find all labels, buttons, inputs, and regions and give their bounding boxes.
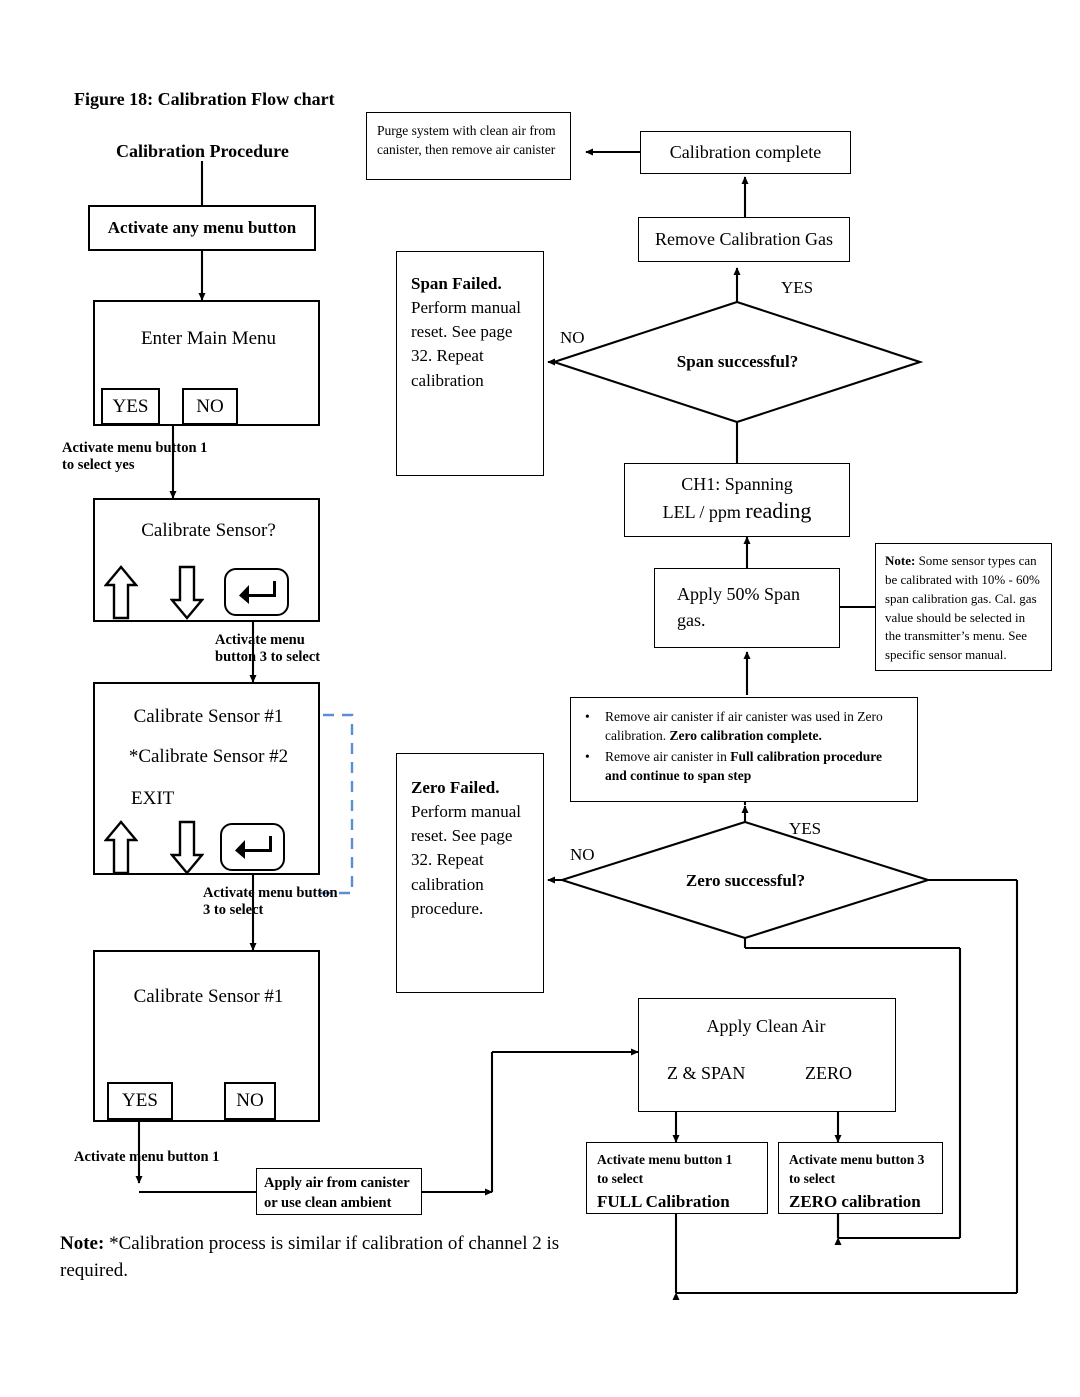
calibrate-sensor-1-no-button[interactable]: NO xyxy=(224,1082,276,1120)
up-arrow-icon[interactable] xyxy=(104,565,138,620)
footer-note-label: Note: xyxy=(60,1233,105,1254)
note-body: Some sensor types can be calibrated with… xyxy=(885,553,1040,663)
lel-ppm-text: LEL / ppm xyxy=(662,502,746,522)
enter-main-menu-yes-button[interactable]: YES xyxy=(101,388,160,425)
no-label: NO xyxy=(236,1090,264,1111)
span-yes-label: YES xyxy=(781,278,814,297)
line-1: Activate menu button 1 xyxy=(62,440,208,456)
enter-key-icon xyxy=(238,581,276,604)
line-2: to select yes xyxy=(62,457,135,474)
zero-complete-bullets-box: • Remove air canister if air canister wa… xyxy=(570,697,918,802)
ch1-spanning-line-2: LEL / ppm reading xyxy=(625,498,849,524)
yes-label: YES xyxy=(112,395,149,417)
ch1-spanning-line-1: CH1: Spanning xyxy=(681,474,793,494)
apply-clean-air-screen: Apply Clean Air Z & SPAN ZERO xyxy=(638,998,896,1112)
line-1: Activate menu button 3 xyxy=(789,1152,925,1167)
line-2: or use clean ambient xyxy=(264,1194,392,1211)
zero-successful-label: Zero successful? xyxy=(685,871,806,890)
purge-system-text: Purge system with clean air from caniste… xyxy=(377,123,556,158)
activate-btn3-select-label: Activate menu button 3 to select xyxy=(203,885,423,919)
activate-any-menu-button-box[interactable]: Activate any menu button xyxy=(88,205,316,251)
line-1: Apply air from canister xyxy=(264,1175,410,1191)
line-3: ZERO calibration xyxy=(789,1192,921,1212)
enter-key-button[interactable] xyxy=(220,823,285,871)
full-calibration-box: Activate menu button 1 to select FULL Ca… xyxy=(586,1142,768,1214)
apply-span-gas-box: Apply 50% Span gas. xyxy=(654,568,840,648)
span-failed-title: Span Failed. xyxy=(411,274,502,293)
activate-any-menu-button-label: Activate any menu button xyxy=(107,218,297,237)
flowchart-page: Figure 18: Calibration Flow chart Calibr… xyxy=(0,0,1080,1397)
remove-calibration-gas-box: Remove Calibration Gas xyxy=(638,217,850,262)
apply-clean-air-title: Apply Clean Air xyxy=(706,1016,826,1036)
purge-system-box: Purge system with clean air from caniste… xyxy=(366,112,571,180)
reading-text: reading xyxy=(745,498,812,523)
remove-calibration-gas-label: Remove Calibration Gas xyxy=(655,229,833,249)
line-1: Apply 50% Span xyxy=(677,584,800,604)
enter-key-icon xyxy=(234,836,272,859)
span-failed-body: Perform manual reset. See page 32. Repea… xyxy=(411,298,521,390)
line-2: 3 to select xyxy=(203,902,264,919)
procedure-title: Calibration Procedure xyxy=(116,141,289,161)
footer-note-body: *Calibration process is similar if calib… xyxy=(60,1233,560,1281)
sensor-note-box: Note: Some sensor types can be calibrate… xyxy=(875,543,1052,671)
zero-failed-title: Zero Failed. xyxy=(411,778,500,797)
activate-btn3-label: Activate menu button 3 to select xyxy=(215,632,415,666)
span-failed-box: Span Failed. Perform manual reset. See p… xyxy=(396,251,544,476)
yes-label: YES xyxy=(122,1090,158,1111)
line-1: Activate menu button 1 xyxy=(597,1152,733,1167)
zero-failed-box: Zero Failed. Perform manual reset. See p… xyxy=(396,753,544,993)
zero-yes-label: YES xyxy=(789,819,822,838)
zero-no-label: NO xyxy=(570,845,595,864)
no-label: NO xyxy=(196,395,224,417)
sensor-menu-item-1[interactable]: Calibrate Sensor #1 xyxy=(95,706,322,728)
bullet-icon: • xyxy=(585,749,590,765)
apply-air-from-canister-box: Apply air from canister or use clean amb… xyxy=(256,1168,422,1215)
line-1: Activate menu xyxy=(215,632,305,648)
figure-caption: Figure 18: Calibration Flow chart xyxy=(74,89,335,109)
line-1: Activate menu button xyxy=(203,885,338,901)
zero-calibration-box: Activate menu button 3 to select ZERO ca… xyxy=(778,1142,943,1214)
bullet-1-bold: Zero calibration complete. xyxy=(669,728,822,744)
enter-main-menu-title: Enter Main Menu xyxy=(140,328,277,349)
calibrate-sensor-question-title: Calibrate Sensor? xyxy=(141,520,276,541)
calibration-complete-box: Calibration complete xyxy=(640,131,851,174)
enter-key-button[interactable] xyxy=(224,568,289,616)
down-arrow-icon[interactable] xyxy=(170,820,204,875)
line-2: to select xyxy=(597,1170,644,1186)
calibrate-sensor-1-yes-button[interactable]: YES xyxy=(107,1082,173,1120)
zero-failed-body: Perform manual reset. See page 32. Repea… xyxy=(411,802,521,918)
line-2: gas. xyxy=(677,610,706,631)
line-2: to select xyxy=(789,1170,836,1186)
note-label: Note: xyxy=(885,553,916,568)
calibrate-sensor-1-title: Calibrate Sensor #1 xyxy=(133,986,284,1007)
apply-clean-air-z-span-option[interactable]: Z & SPAN xyxy=(667,1063,745,1084)
bullet-icon: • xyxy=(585,709,590,724)
activate-btn1-label: Activate menu button 1 xyxy=(74,1149,220,1165)
span-successful-label: Span successful? xyxy=(676,352,799,371)
apply-clean-air-zero-option[interactable]: ZERO xyxy=(805,1063,852,1084)
footer-note: Note: *Calibration process is similar if… xyxy=(60,1231,620,1284)
enter-main-menu-no-button[interactable]: NO xyxy=(182,388,238,425)
line-3: FULL Calibration xyxy=(597,1192,730,1212)
up-arrow-icon[interactable] xyxy=(104,820,138,875)
sensor-menu-item-2[interactable]: *Calibrate Sensor #2 xyxy=(95,746,322,768)
bullet-2-text: Remove air canister in xyxy=(605,749,731,765)
line-2: button 3 to select xyxy=(215,649,321,666)
sensor-menu-item-3[interactable]: EXIT xyxy=(131,788,174,810)
calibration-complete-label: Calibration complete xyxy=(669,142,822,162)
ch1-spanning-box: CH1: Spanning LEL / ppm reading xyxy=(624,463,850,537)
span-no-label: NO xyxy=(560,328,585,347)
down-arrow-icon[interactable] xyxy=(170,565,204,620)
activate-btn1-yes-label: Activate menu button 1 to select yes xyxy=(62,440,282,474)
